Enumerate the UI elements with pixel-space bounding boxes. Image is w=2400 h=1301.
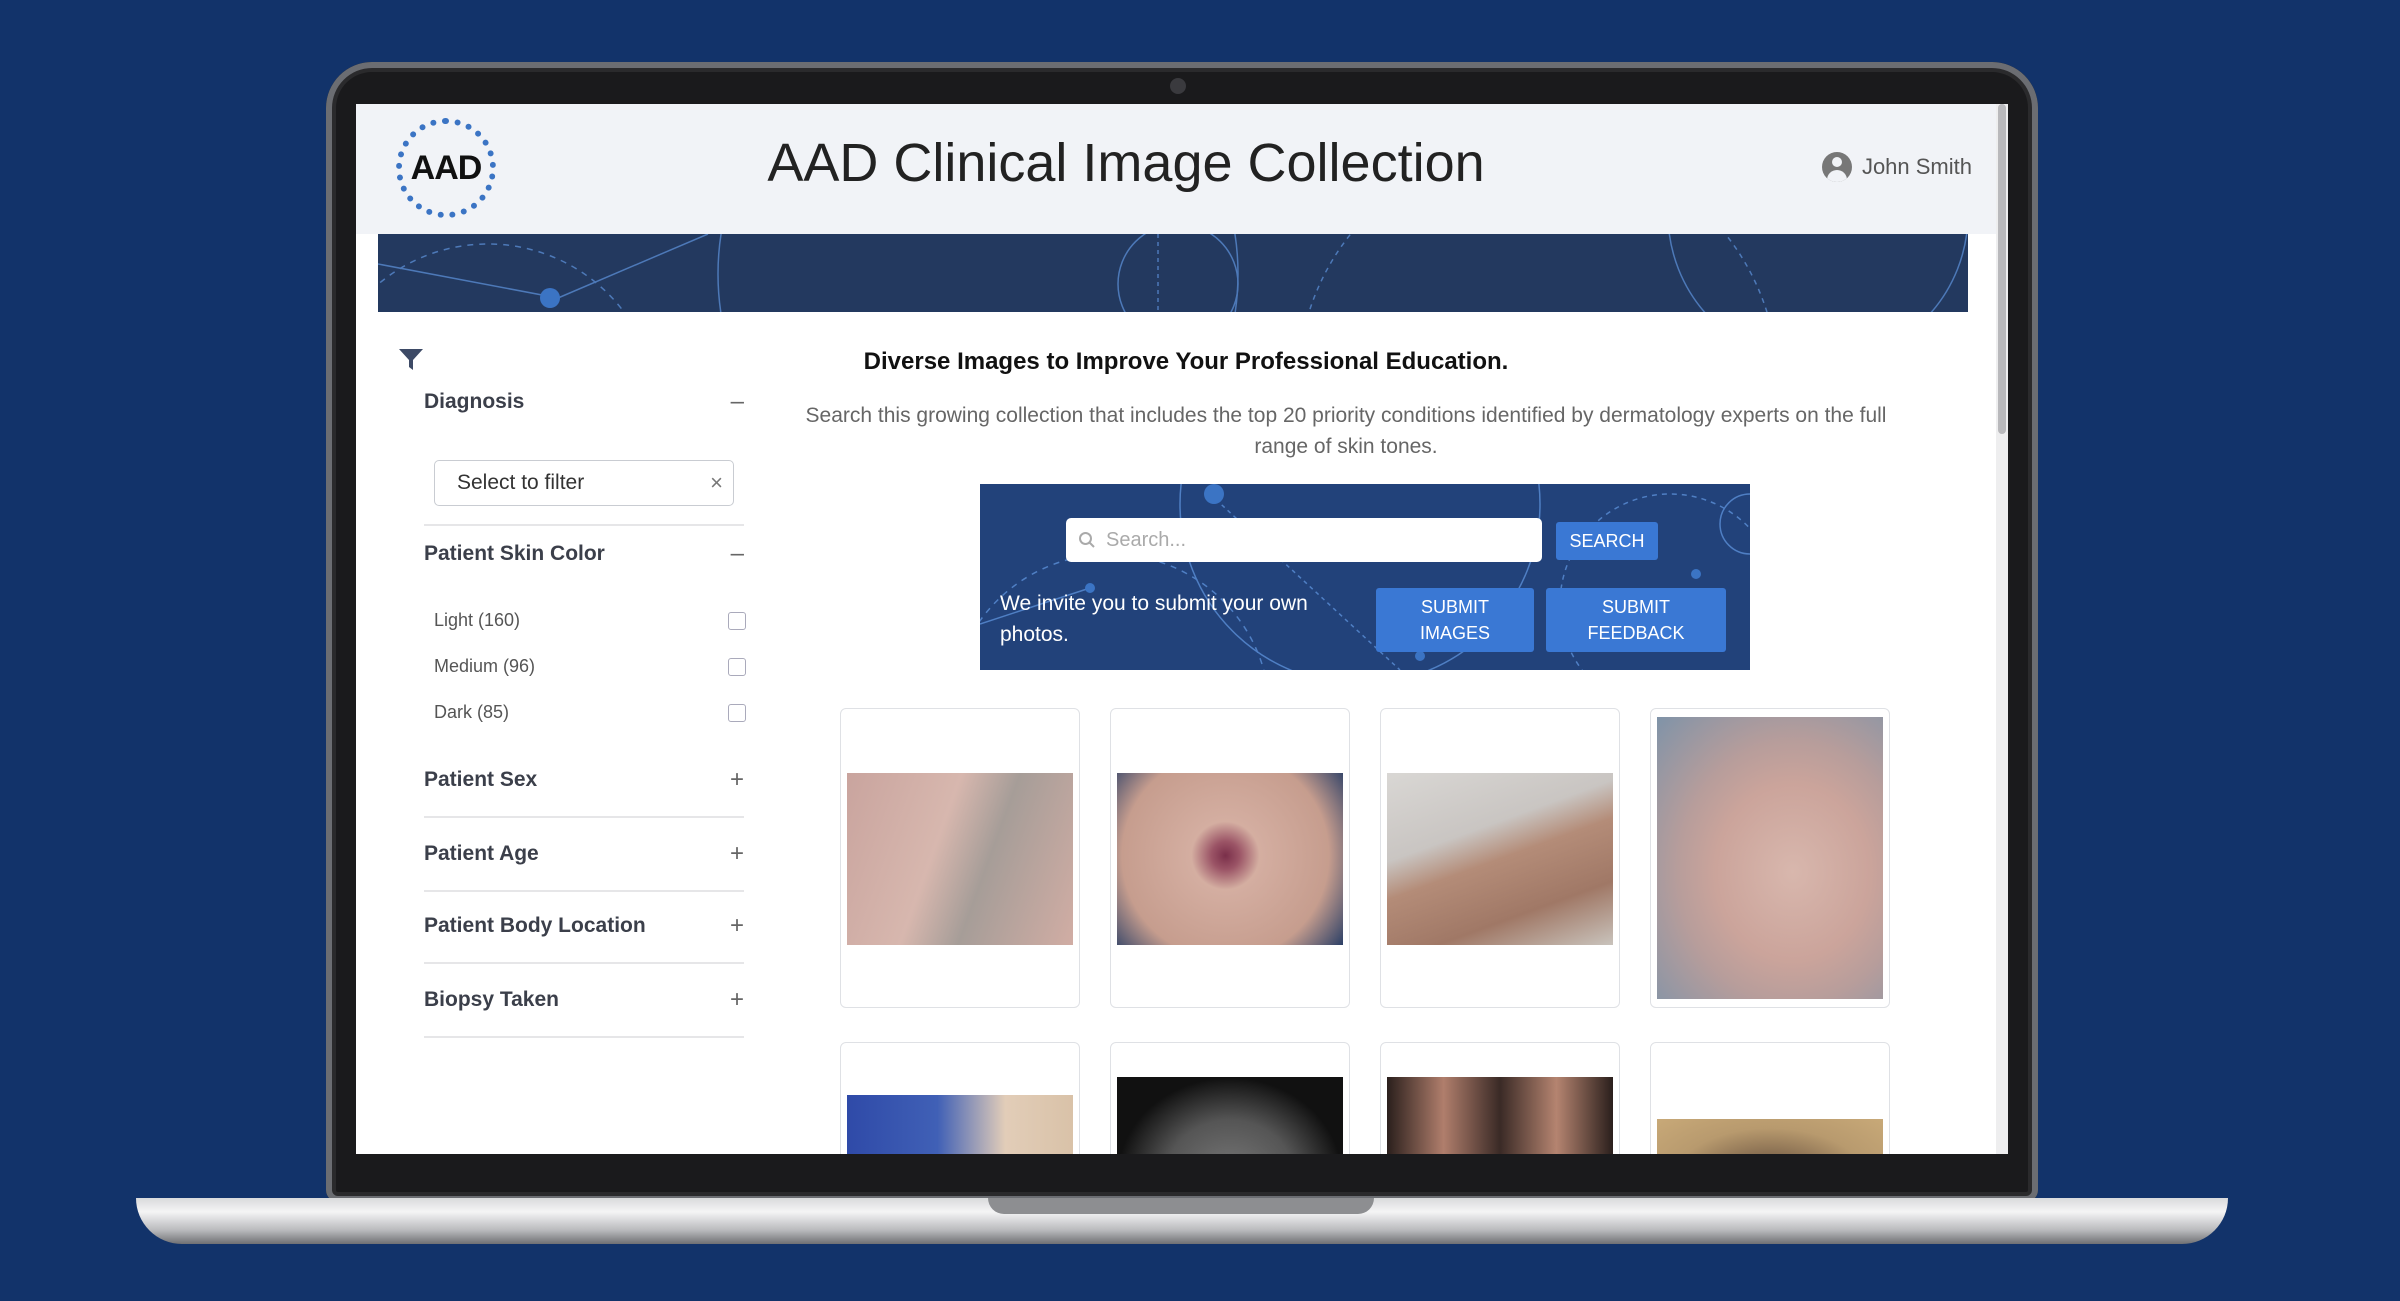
clinical-image[interactable] xyxy=(1117,1077,1343,1154)
submit-images-label: SUBMIT IMAGES xyxy=(1419,597,1490,643)
facet-body-location[interactable]: Patient Body Location + xyxy=(424,890,744,964)
skin-color-option-dark[interactable]: Dark (85) xyxy=(434,702,746,723)
scrollbar-thumb[interactable] xyxy=(1998,104,2006,434)
image-card[interactable] xyxy=(840,1042,1080,1154)
facet-label: Patient Age xyxy=(424,842,539,865)
image-card[interactable] xyxy=(1110,1042,1350,1154)
aad-logo[interactable]: AAD xyxy=(396,118,496,218)
facet-label: Biopsy Taken xyxy=(424,988,559,1011)
checkbox[interactable] xyxy=(728,657,746,676)
collapse-toggle[interactable]: – xyxy=(731,540,744,568)
hero-banner xyxy=(378,234,1968,312)
user-name: John Smith xyxy=(1861,154,1972,179)
image-card[interactable] xyxy=(840,708,1080,1008)
facet-patient-age[interactable]: Patient Age + xyxy=(424,818,744,892)
facet-skin-color[interactable]: Patient Skin Color – xyxy=(424,524,744,576)
facet-label: Patient Body Location xyxy=(424,914,646,937)
facet-label: Patient Skin Color xyxy=(424,542,605,565)
checkbox[interactable] xyxy=(728,703,746,722)
image-card[interactable] xyxy=(1380,708,1620,1008)
diagnosis-select[interactable]: Select to filter × xyxy=(434,460,734,506)
facet-patient-sex[interactable]: Patient Sex + xyxy=(424,744,744,818)
page-title: AAD Clinical Image Collection xyxy=(767,133,1485,193)
close-icon[interactable]: × xyxy=(710,470,723,496)
submit-feedback-label: SUBMIT FEEDBACK xyxy=(1587,597,1685,643)
skin-color-option-light[interactable]: Light (160) xyxy=(434,610,746,631)
expand-toggle[interactable]: + xyxy=(730,840,744,868)
clinical-image[interactable] xyxy=(1387,773,1613,945)
laptop-hinge xyxy=(988,1198,1374,1214)
image-card[interactable] xyxy=(1110,708,1350,1008)
facet-label: Diagnosis xyxy=(424,390,525,413)
submit-images-button[interactable]: SUBMIT IMAGES xyxy=(1376,588,1534,652)
expand-toggle[interactable]: + xyxy=(730,912,744,940)
option-label: Medium (96) xyxy=(434,656,536,676)
banner-pattern xyxy=(378,234,1968,312)
user-icon xyxy=(1821,152,1852,182)
image-card[interactable] xyxy=(1650,1042,1890,1154)
clinical-image[interactable] xyxy=(1117,773,1343,945)
search-placeholder: Search... xyxy=(1106,528,1187,551)
filter-icon[interactable] xyxy=(398,348,424,372)
expand-toggle[interactable]: + xyxy=(730,766,744,794)
clinical-image[interactable] xyxy=(1657,717,1883,999)
clinical-image[interactable] xyxy=(1657,1119,1883,1154)
app-screen: AAD AAD Clinical Image Collection John S… xyxy=(356,104,2008,1154)
search-input[interactable]: Search... xyxy=(1066,518,1542,562)
user-menu[interactable]: John Smith xyxy=(1821,152,1972,182)
invite-text: We invite you to submit your own photos. xyxy=(1000,592,1308,646)
image-card[interactable] xyxy=(1380,1042,1620,1154)
logo-text: AAD xyxy=(410,148,483,187)
option-label: Dark (85) xyxy=(434,702,510,722)
headline: Diverse Images to Improve Your Professio… xyxy=(863,348,1509,375)
collapse-toggle[interactable]: – xyxy=(731,388,744,416)
facet-diagnosis[interactable]: Diagnosis – xyxy=(424,382,744,422)
clinical-image[interactable] xyxy=(847,1095,1073,1154)
submit-feedback-button[interactable]: SUBMIT FEEDBACK xyxy=(1546,588,1726,652)
camera xyxy=(1170,78,1186,94)
search-panel: Search... SEARCH We invite you to submit… xyxy=(980,484,1750,670)
facet-label: Patient Sex xyxy=(424,768,538,791)
facet-biopsy-taken[interactable]: Biopsy Taken + xyxy=(424,964,744,1038)
clinical-image[interactable] xyxy=(847,773,1073,945)
search-button[interactable]: SEARCH xyxy=(1556,522,1658,560)
search-icon xyxy=(1079,532,1095,548)
option-label: Light (160) xyxy=(434,610,521,630)
image-card[interactable] xyxy=(1650,708,1890,1008)
expand-toggle[interactable]: + xyxy=(730,986,744,1014)
clinical-image[interactable] xyxy=(1387,1077,1613,1154)
scrollbar[interactable] xyxy=(1996,104,2008,1154)
checkbox[interactable] xyxy=(728,611,746,630)
intro-text: Search this growing collection that incl… xyxy=(805,404,1887,458)
skin-color-option-medium[interactable]: Medium (96) xyxy=(434,656,746,677)
app-header: AAD AAD Clinical Image Collection John S… xyxy=(356,104,2008,234)
select-placeholder: Select to filter xyxy=(457,471,585,494)
